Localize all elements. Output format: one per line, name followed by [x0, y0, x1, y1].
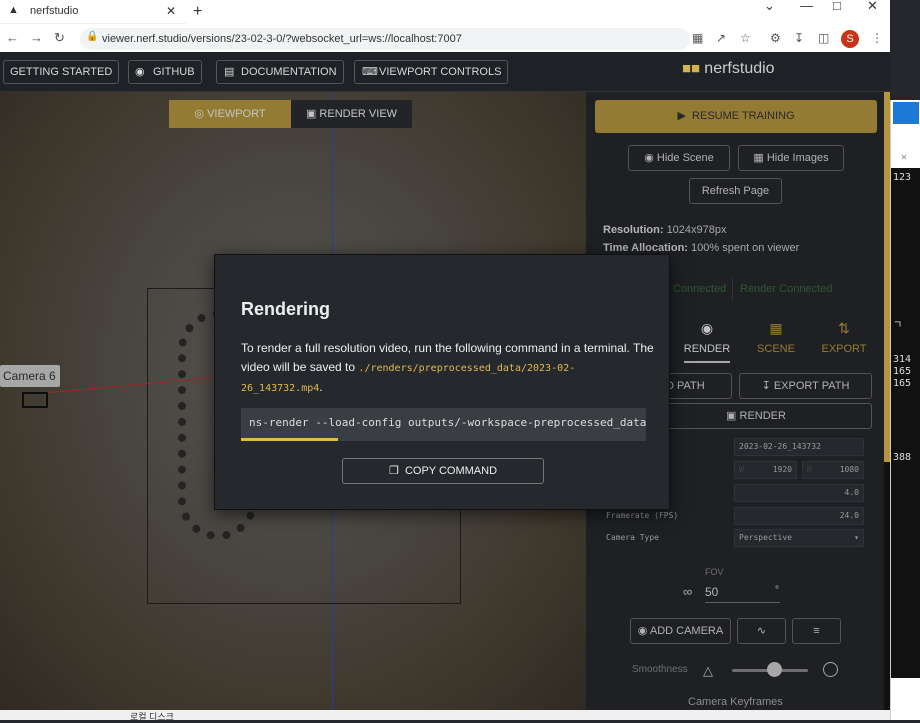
- download-icon[interactable]: ↧: [794, 31, 804, 45]
- copy-command-button[interactable]: ❐ COPY COMMAND: [342, 458, 544, 484]
- modal-title: Rendering: [241, 299, 331, 319]
- github-button[interactable]: ◉ GITHUB: [128, 60, 202, 84]
- logo-text: nerfstudio: [704, 60, 775, 77]
- taskbar: 로컬 디스크: [0, 710, 890, 723]
- keyboard-icon: ⌨: [362, 66, 378, 78]
- menu-dots-icon[interactable]: ⋮: [871, 31, 883, 45]
- maximize-icon[interactable]: □: [833, 0, 841, 13]
- browser-chrome: ▲ nerfstudio ✕ + ⌄ — □ ✕ ← → ↻ 🔒 viewer.…: [0, 0, 890, 52]
- terminal-number: 165: [893, 378, 912, 389]
- share-icon[interactable]: ↗: [716, 31, 726, 45]
- taskbar-item[interactable]: 로컬 디스크: [130, 710, 174, 723]
- lock-icon: 🔒: [86, 31, 99, 42]
- tab-search-icon[interactable]: ⌄: [764, 0, 775, 14]
- url-text: viewer.nerf.studio/versions/23-02-3-0/?w…: [102, 33, 462, 45]
- terminal-number: 388: [893, 452, 912, 463]
- browser-tab[interactable]: ▲ nerfstudio ✕: [0, 0, 186, 24]
- tab-favicon-icon: ▲: [8, 4, 19, 16]
- minimize-icon[interactable]: —: [800, 0, 813, 13]
- modal-text-3: .: [319, 380, 323, 394]
- viewport-controls-button[interactable]: ⌨ VIEWPORT CONTROLS: [354, 60, 509, 84]
- back-icon[interactable]: ←: [6, 30, 19, 45]
- profile-avatar[interactable]: S: [841, 30, 859, 48]
- command-box[interactable]: ns-render --load-config outputs/-workspa…: [241, 408, 646, 438]
- render-progress-fill: [241, 438, 339, 441]
- new-tab-icon[interactable]: +: [193, 3, 202, 21]
- side-panel-icon[interactable]: ◫: [818, 31, 829, 45]
- reload-icon[interactable]: ↻: [54, 30, 65, 46]
- background-window-titlebar: [893, 102, 919, 124]
- copy-command-label: COPY COMMAND: [404, 465, 498, 477]
- modal-description: To render a full resolution video, run t…: [241, 339, 655, 398]
- copy-icon: ❐: [388, 465, 399, 477]
- extensions-icon[interactable]: ⚙: [770, 31, 781, 45]
- bookmark-star-icon[interactable]: ☆: [740, 31, 751, 45]
- documentation-label: DOCUMENTATION: [241, 66, 337, 78]
- tab-title: nerfstudio: [30, 5, 79, 17]
- render-progress-bar: [241, 438, 646, 441]
- nerfstudio-logo: ■■ nerfstudio: [682, 60, 775, 77]
- terminal-output: 123 ㄱ 314 165 165 388: [891, 168, 920, 678]
- document-icon: ▤: [224, 66, 235, 78]
- github-icon: ◉: [135, 66, 145, 78]
- terminal-number: 123: [893, 172, 912, 183]
- address-bar[interactable]: 🔒 viewer.nerf.studio/versions/23-02-3-0/…: [80, 28, 690, 50]
- terminal-number: 165: [893, 366, 912, 377]
- modal-text-1: To render a full resolution video, run t…: [241, 341, 630, 355]
- viewport-controls-label: VIEWPORT CONTROLS: [379, 66, 502, 78]
- translate-icon[interactable]: ▦: [692, 31, 703, 45]
- documentation-button[interactable]: ▤ DOCUMENTATION: [216, 60, 344, 84]
- terminal-tail: ㄱ: [893, 320, 903, 331]
- terminal-number: 314: [893, 354, 912, 365]
- github-label: GITHUB: [153, 66, 195, 78]
- background-window: ✕ 123 ㄱ 314 165 165 388: [890, 100, 920, 720]
- rendering-modal: Rendering To render a full resolution vi…: [214, 254, 670, 510]
- close-window-icon[interactable]: ✕: [867, 0, 878, 14]
- close-tab-icon[interactable]: ✕: [166, 4, 176, 18]
- forward-icon[interactable]: →: [30, 30, 43, 45]
- background-close-icon[interactable]: ✕: [901, 152, 907, 163]
- getting-started-button[interactable]: GETTING STARTED: [3, 60, 120, 84]
